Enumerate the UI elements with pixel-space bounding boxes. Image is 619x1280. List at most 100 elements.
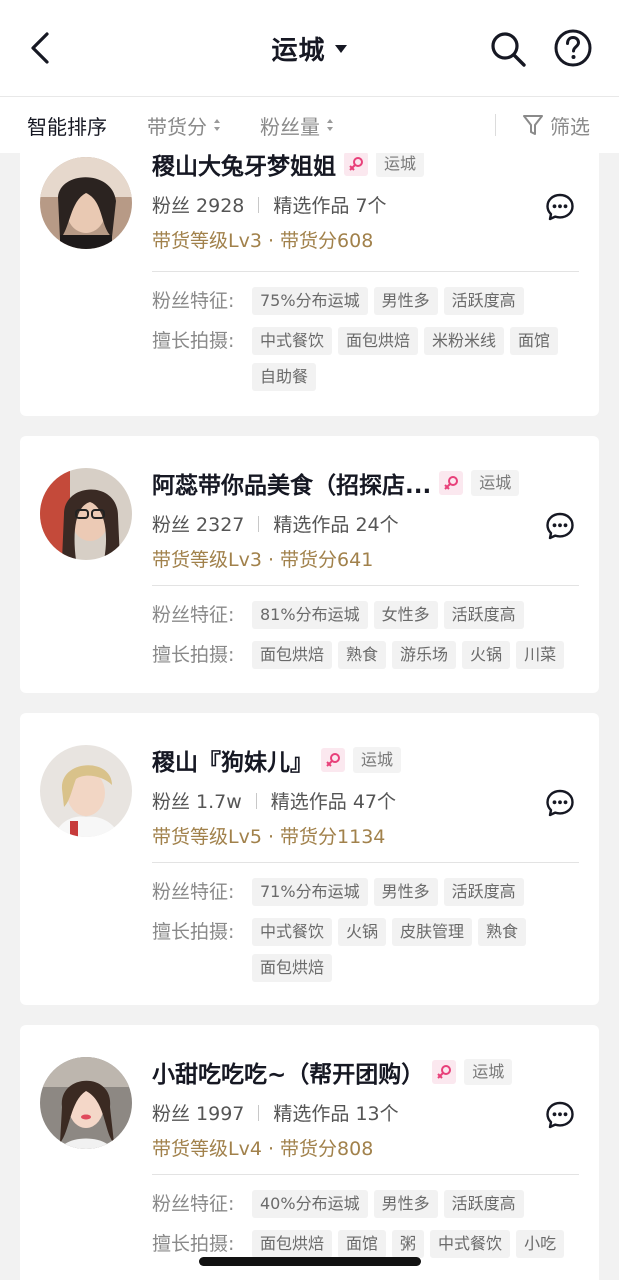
page-title: 运城 (271, 36, 326, 66)
tag: 面包烘焙 (338, 327, 419, 355)
page: 运城 智能排序 带货分 粉丝量 筛选 稷山大兔牙梦姐姐 运城 粉丝 2928 精… (0, 0, 619, 1280)
fans-count: 粉丝 2327 (152, 514, 245, 536)
fans-feature-label: 粉丝特征: (152, 881, 235, 903)
question-circle-icon (554, 29, 592, 67)
chat-bubble-icon (546, 1101, 574, 1129)
search-button[interactable] (488, 29, 528, 69)
sort-arrows-icon (213, 118, 221, 132)
skill-label: 擅长拍摄: (152, 921, 235, 943)
works-count: 精选作品 24个 (273, 514, 399, 536)
tag: 熟食 (338, 641, 387, 669)
goods-level: 带货等级Lv5 · 带货分1134 (152, 826, 386, 848)
tag: 75%分布运城 (252, 287, 368, 315)
fans-count: 粉丝 1997 (152, 1103, 245, 1125)
works-count: 精选作品 7个 (273, 195, 387, 217)
influencer-card[interactable]: 稷山『狗妹儿』 运城 粉丝 1.7w 精选作品 47个 带货等级Lv5 · 带货分… (20, 713, 599, 1005)
chat-bubble-icon (546, 789, 574, 817)
nav-header: 运城 (0, 0, 619, 97)
goods-level: 带货等级Lv3 · 带货分608 (152, 230, 374, 252)
sort-divider (495, 114, 496, 136)
name-row: 稷山『狗妹儿』 运城 (152, 745, 402, 776)
tag: 面包烘焙 (252, 641, 333, 669)
card-divider (152, 862, 579, 863)
message-button[interactable] (544, 1099, 576, 1131)
message-button[interactable] (544, 191, 576, 223)
name-row: 小甜吃吃吃~（帮开团购） 运城 (152, 1057, 513, 1088)
tag: 男性多 (373, 1190, 438, 1218)
skill-label: 擅长拍摄: (152, 330, 235, 352)
skill-tags: 中式餐饮 火锅 皮肤管理 熟食 面包烘焙 (252, 918, 582, 982)
message-button[interactable] (544, 787, 576, 819)
avatar[interactable] (40, 1057, 132, 1149)
sort-arrows-icon (326, 118, 334, 132)
female-icon (432, 1060, 457, 1084)
fans-feature-row: 粉丝特征: 71%分布运城 男性多 活跃度高 (152, 878, 582, 906)
fans-feature-label: 粉丝特征: (152, 290, 235, 312)
city-tag: 运城 (464, 1059, 513, 1085)
message-button[interactable] (544, 510, 576, 542)
tag: 中式餐饮 (430, 1230, 511, 1258)
city-tag: 运城 (376, 153, 425, 177)
skill-tags: 面包烘焙 面馆 粥 中式餐饮 小吃 (252, 1230, 612, 1258)
tag: 男性多 (373, 878, 438, 906)
stats-separator (255, 793, 257, 809)
stats-separator (258, 1105, 260, 1121)
influencer-card[interactable]: 稷山大兔牙梦姐姐 运城 粉丝 2928 精选作品 7个 带货等级Lv3 · 带货分… (20, 153, 599, 416)
filter-funnel-icon (523, 115, 543, 135)
sort-fans-count-label: 粉丝量 (260, 114, 320, 139)
fans-feature-tags: 71%分布运城 男性多 活跃度高 (252, 878, 582, 906)
tag: 40%分布运城 (252, 1190, 368, 1218)
tag: 活跃度高 (443, 601, 524, 629)
sort-goods-score[interactable]: 带货分 (147, 97, 221, 153)
sort-bar: 智能排序 带货分 粉丝量 筛选 (0, 97, 619, 153)
avatar[interactable] (40, 468, 132, 560)
filter-label: 筛选 (550, 114, 590, 139)
avatar[interactable] (40, 157, 132, 249)
chat-bubble-icon (546, 512, 574, 540)
card-divider (152, 585, 579, 586)
tag: 小吃 (516, 1230, 565, 1258)
goods-level: 带货等级Lv3 · 带货分641 (152, 549, 374, 571)
name-row: 稷山大兔牙梦姐姐 运城 (152, 153, 425, 180)
skill-row: 擅长拍摄: 面包烘焙 面馆 粥 中式餐饮 小吃 (152, 1230, 612, 1258)
tag: 面包烘焙 (252, 1230, 333, 1258)
fans-feature-row: 粉丝特征: 81%分布运城 女性多 活跃度高 (152, 601, 582, 629)
avatar[interactable] (40, 745, 132, 837)
tag: 火锅 (338, 918, 387, 946)
influencer-name: 小甜吃吃吃~（帮开团购） (152, 1062, 425, 1088)
caret-down-icon (334, 44, 347, 53)
tag: 中式餐饮 (252, 327, 333, 355)
skill-row: 擅长拍摄: 中式餐饮 面包烘焙 米粉米线 面馆 自助餐 (152, 327, 582, 391)
influencer-name: 稷山『狗妹儿』 (152, 750, 313, 776)
sort-smart[interactable]: 智能排序 (27, 97, 107, 153)
help-button[interactable] (553, 28, 593, 68)
fans-feature-label: 粉丝特征: (152, 604, 235, 626)
influencer-list: 稷山大兔牙梦姐姐 运城 粉丝 2928 精选作品 7个 带货等级Lv3 · 带货分… (0, 153, 619, 1280)
stats-separator (258, 197, 260, 213)
tag: 粥 (392, 1230, 425, 1258)
fans-feature-label: 粉丝特征: (152, 1193, 235, 1215)
home-indicator[interactable] (199, 1257, 421, 1266)
fans-feature-row: 粉丝特征: 40%分布运城 男性多 活跃度高 (152, 1190, 582, 1218)
fans-count: 粉丝 1.7w (152, 791, 242, 813)
tag: 活跃度高 (443, 287, 524, 315)
influencer-card[interactable]: 阿蕊带你品美食（招探店... 运城 粉丝 2327 精选作品 24个 带货等级Lv… (20, 436, 599, 693)
tag: 中式餐饮 (252, 918, 333, 946)
tag: 游乐场 (392, 641, 457, 669)
influencer-card[interactable]: 小甜吃吃吃~（帮开团购） 运城 粉丝 1997 精选作品 13个 带货等级Lv4 … (20, 1025, 599, 1280)
tag: 川菜 (516, 641, 565, 669)
tag: 皮肤管理 (392, 918, 473, 946)
fans-feature-row: 粉丝特征: 75%分布运城 男性多 活跃度高 (152, 287, 582, 315)
tag: 火锅 (462, 641, 511, 669)
tag: 面包烘焙 (252, 954, 333, 982)
female-icon (344, 153, 368, 176)
filter-button[interactable]: 筛选 (522, 97, 590, 153)
fans-feature-tags: 75%分布运城 男性多 活跃度高 (252, 287, 582, 315)
tag: 81%分布运城 (252, 601, 368, 629)
stats-separator (258, 516, 260, 532)
fans-feature-tags: 81%分布运城 女性多 活跃度高 (252, 601, 582, 629)
tag: 活跃度高 (443, 878, 524, 906)
sort-fans-count[interactable]: 粉丝量 (260, 97, 334, 153)
works-count: 精选作品 47个 (270, 791, 397, 813)
search-icon (491, 32, 526, 67)
